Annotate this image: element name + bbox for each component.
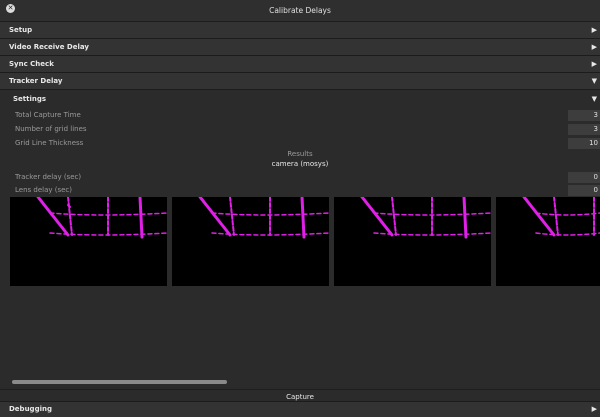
horizontal-scrollbar[interactable]: [12, 380, 227, 384]
capture-gallery[interactable]: [10, 197, 600, 286]
lens-delay-field[interactable]: 0: [568, 185, 600, 196]
lens-delay-row: Lens delay (sec) 0: [0, 184, 600, 197]
grid-overlay-image: [36, 197, 167, 239]
triangle-right-icon: ▶: [591, 43, 597, 51]
grid-overlay-image: [522, 197, 600, 237]
lens-delay-label: Lens delay (sec): [15, 186, 73, 194]
number-of-grid-lines-field[interactable]: 3: [568, 124, 600, 135]
grid-line-thickness-label: Grid Line Thickness: [15, 139, 84, 147]
section-debugging[interactable]: Debugging ▶: [0, 401, 600, 417]
tracker-delay-row: Tracker delay (sec) 0: [0, 171, 600, 184]
settings-label: Settings: [13, 95, 47, 103]
section-sync-check[interactable]: Sync Check ▶: [0, 56, 600, 73]
section-tracker-delay[interactable]: Tracker Delay ▼: [0, 73, 600, 90]
grid-line-thickness-field[interactable]: 10: [568, 138, 600, 149]
grid-overlay-image: [198, 197, 329, 239]
number-of-grid-lines-row: Number of grid lines 3: [0, 123, 600, 136]
results-camera: camera (mosys): [271, 160, 329, 168]
triangle-down-icon: ▼: [591, 77, 597, 85]
section-label: Debugging: [9, 405, 52, 413]
capture-thumbnail[interactable]: [334, 197, 491, 286]
capture-thumbnail[interactable]: [496, 197, 600, 286]
number-of-grid-lines-label: Number of grid lines: [15, 125, 87, 133]
section-label: Setup: [9, 26, 33, 34]
results-title: Results: [287, 150, 313, 158]
tracker-delay-field[interactable]: 0: [568, 172, 600, 183]
capture-thumbnail[interactable]: [10, 197, 167, 286]
capture-thumbnail[interactable]: [172, 197, 329, 286]
triangle-down-icon: ▼: [591, 95, 597, 103]
settings-header[interactable]: Settings ▼: [0, 91, 600, 107]
section-video-receive-delay[interactable]: Video Receive Delay ▶: [0, 39, 600, 56]
total-capture-time-row: Total Capture Time 3: [0, 109, 600, 122]
section-label: Video Receive Delay: [9, 43, 89, 51]
grid-overlay-image: [360, 197, 491, 239]
tracker-delay-label: Tracker delay (sec): [15, 173, 82, 181]
grid-line-thickness-row: Grid Line Thickness 10: [0, 137, 600, 150]
triangle-right-icon: ▶: [591, 26, 597, 34]
triangle-right-icon: ▶: [591, 405, 597, 413]
section-label: Tracker Delay: [9, 77, 63, 85]
title-bar: ✕ Calibrate Delays: [0, 0, 600, 22]
window-title: Calibrate Delays: [269, 6, 331, 15]
section-label: Sync Check: [9, 60, 54, 68]
triangle-right-icon: ▶: [591, 60, 597, 68]
total-capture-time-field[interactable]: 3: [568, 110, 600, 121]
total-capture-time-label: Total Capture Time: [15, 111, 81, 119]
section-setup[interactable]: Setup ▶: [0, 22, 600, 39]
